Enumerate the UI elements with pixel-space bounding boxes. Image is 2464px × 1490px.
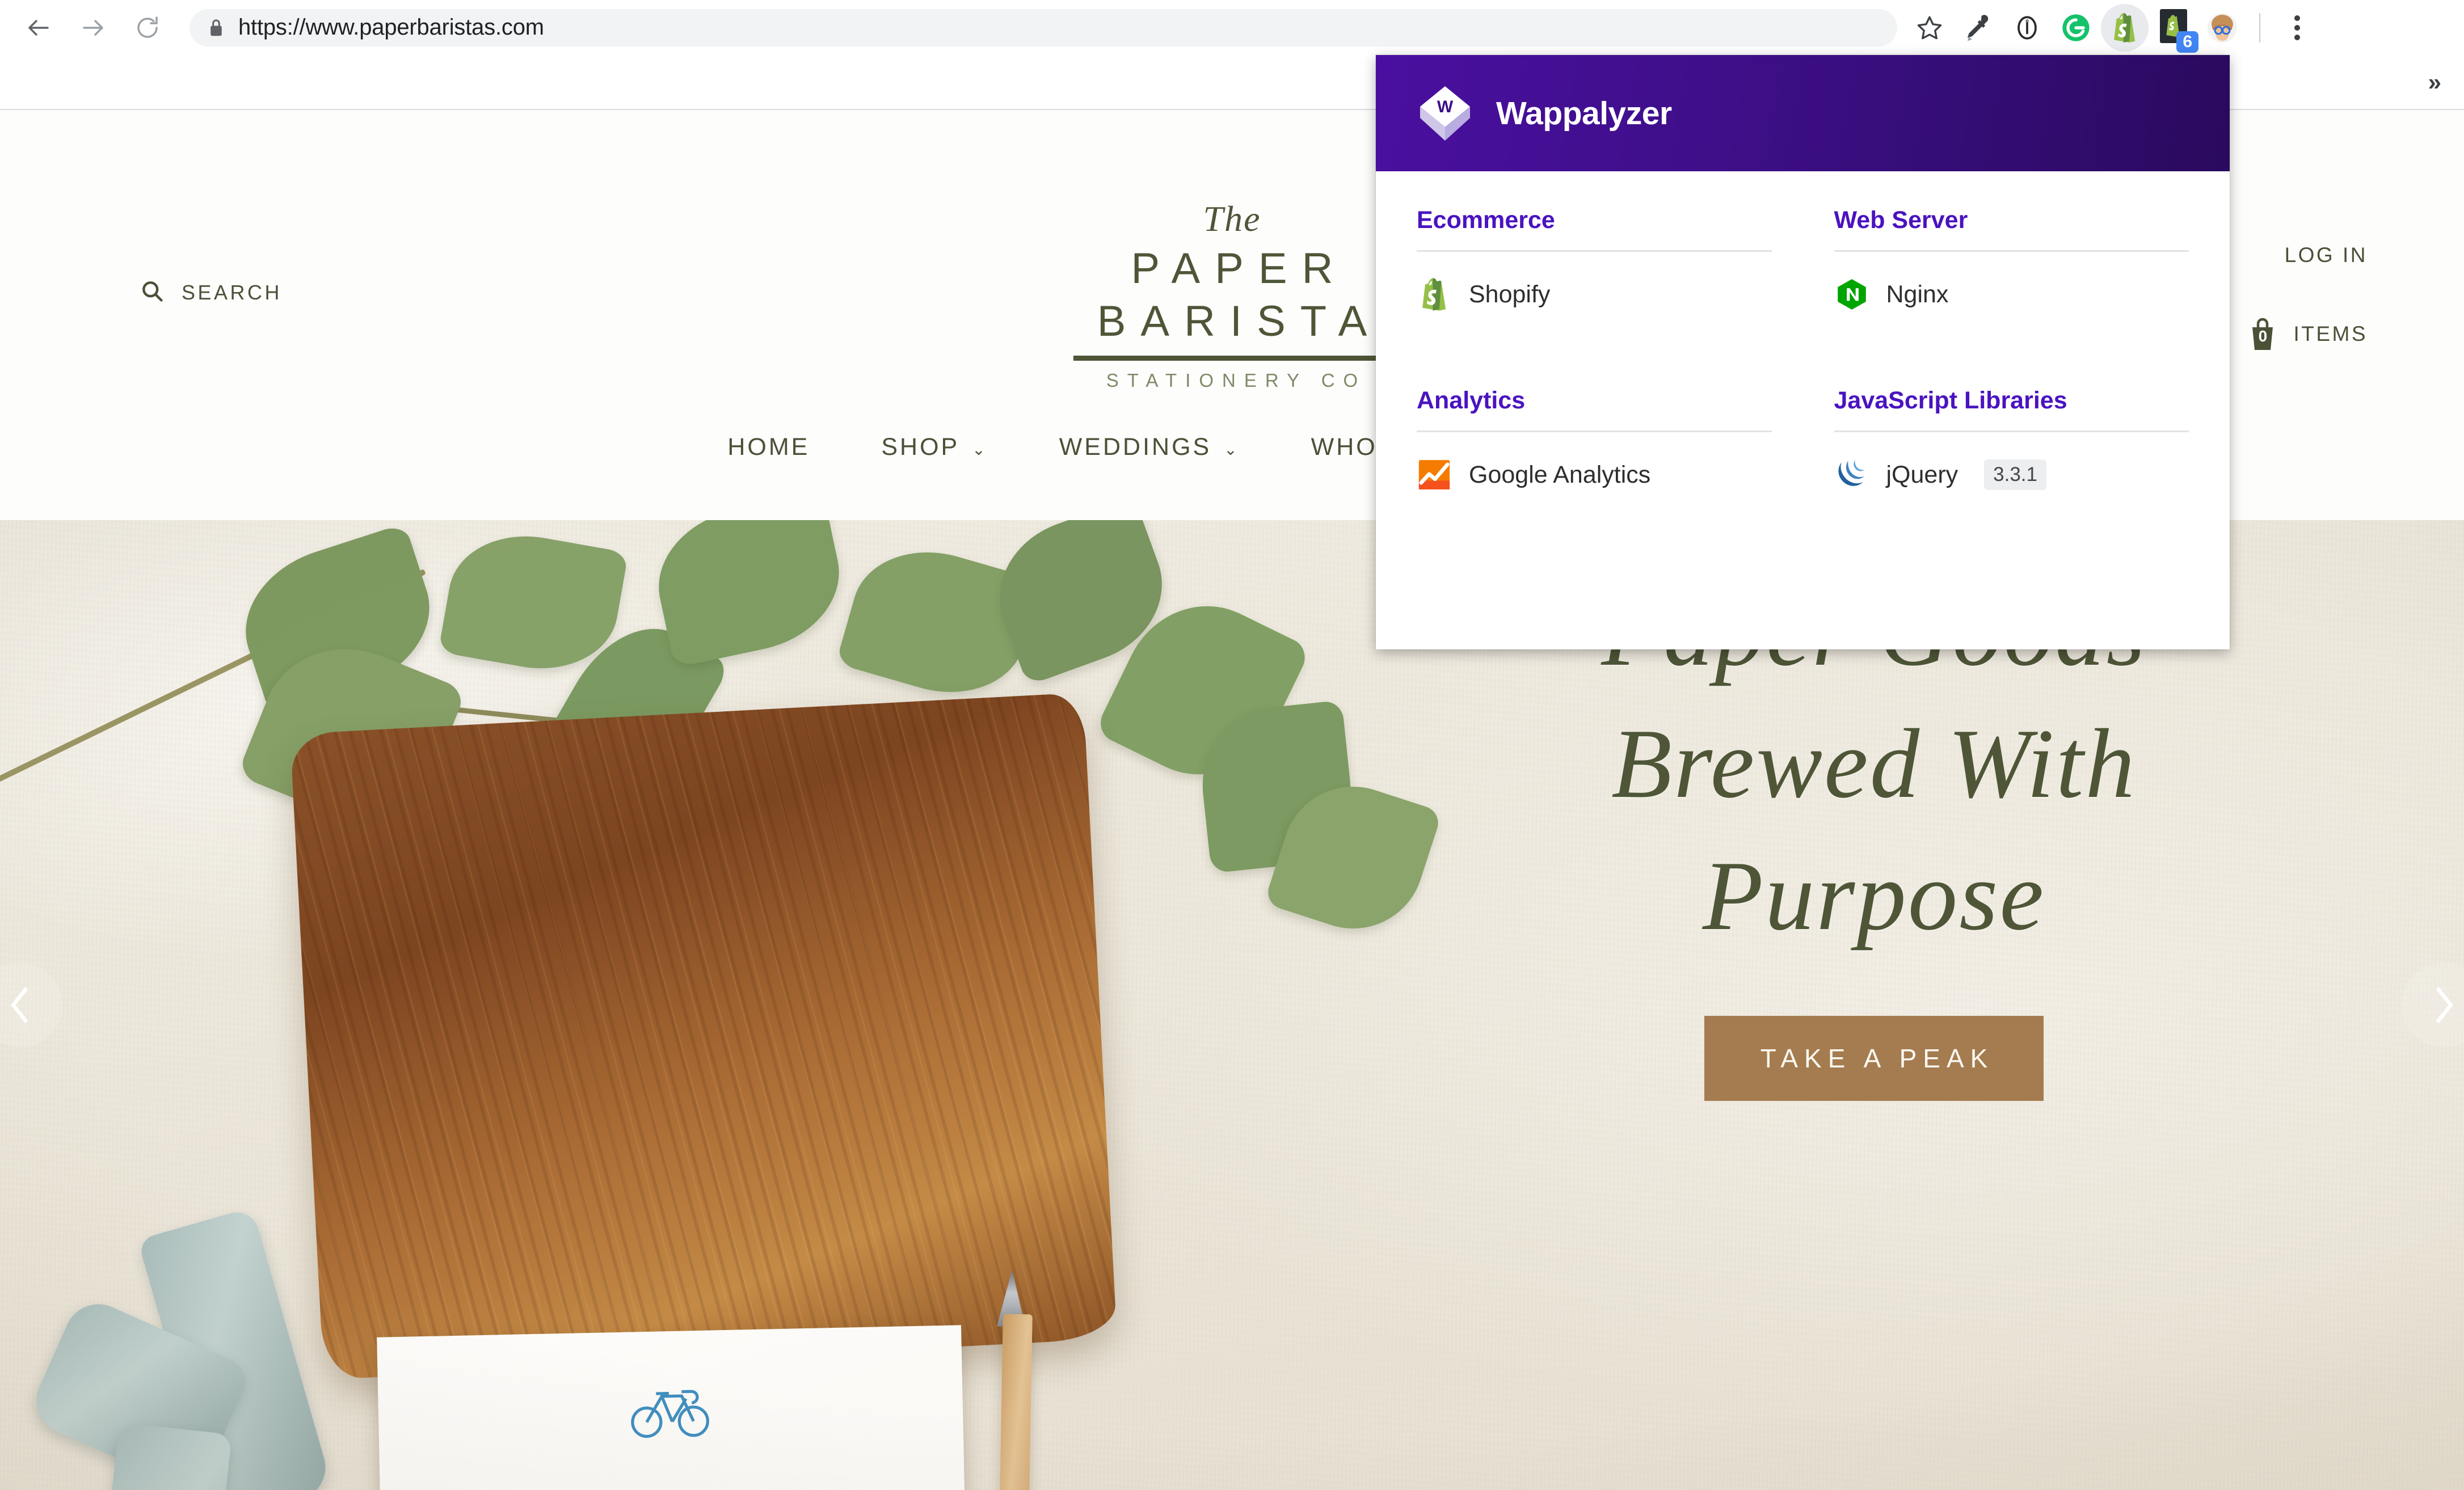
- toolbar-actions: 6: [1905, 3, 2327, 53]
- cart-label: ITEMS: [2293, 322, 2368, 345]
- address-bar[interactable]: https://www.paperbaristas.com: [189, 9, 1897, 47]
- shopify-extension-icon[interactable]: [2100, 3, 2149, 52]
- category-title-javascript-libraries: JavaScript Libraries: [1834, 387, 2067, 414]
- wappalyzer-column-right: Web Server Nginx JavaScript Libraries jQ…: [1834, 206, 2189, 492]
- site-search-button[interactable]: SEARCH: [140, 278, 282, 306]
- category-divider: [1417, 430, 1772, 432]
- take-a-peak-button[interactable]: TAKE A PEAK: [1704, 1016, 2044, 1101]
- chevron-left-icon: [5, 983, 35, 1027]
- info-circle-icon[interactable]: [2003, 3, 2052, 52]
- app-row-google-analytics[interactable]: Google Analytics: [1417, 457, 1772, 492]
- cart-link[interactable]: 0 ITEMS: [2247, 317, 2368, 351]
- wappalyzer-popup: W Wappalyzer Ecommerce Shopify Analytics…: [1376, 55, 2230, 649]
- google-analytics-icon: [1417, 457, 1452, 492]
- forward-button[interactable]: [66, 1, 120, 55]
- login-link[interactable]: LOG IN: [2285, 243, 2368, 267]
- jquery-icon: [1834, 457, 1869, 492]
- arrow-left-icon: [25, 14, 52, 41]
- wappalyzer-logo-icon: W: [1411, 79, 1479, 147]
- cart-count-badge: 0: [2258, 327, 2268, 345]
- hero-carousel: Paper Goods Brewed With Purpose TAKE A P…: [0, 520, 2464, 1490]
- nav-label-shop: SHOP: [881, 433, 960, 461]
- wappalyzer-column-left: Ecommerce Shopify Analytics Google Analy…: [1417, 206, 1772, 492]
- category-divider: [1834, 250, 2189, 252]
- shopping-bag-icon: 0: [2247, 317, 2278, 351]
- logo-line-barista: BARISTA: [1097, 297, 1382, 345]
- chevron-down-icon: ⌄: [972, 440, 988, 458]
- chevron-down-icon: ⌄: [1224, 440, 1240, 458]
- nav-item-shop[interactable]: SHOP ⌄: [845, 433, 1023, 461]
- app-name-jquery: jQuery: [1886, 461, 1958, 488]
- eyedropper-icon[interactable]: [1954, 3, 2003, 52]
- category-title-ecommerce: Ecommerce: [1417, 206, 1555, 234]
- nav-label-weddings: WEDDINGS: [1059, 433, 1212, 461]
- logo-line-paper: PAPER: [1131, 244, 1348, 293]
- app-version-jquery: 3.3.1: [1984, 459, 2047, 490]
- wappalyzer-title: Wappalyzer: [1496, 95, 1672, 132]
- app-name-shopify: Shopify: [1469, 280, 1551, 308]
- kebab-menu-icon: [2294, 15, 2300, 40]
- nginx-icon: [1834, 277, 1869, 312]
- arrow-right-icon: [79, 14, 107, 41]
- wappalyzer-body: Ecommerce Shopify Analytics Google Analy…: [1376, 171, 2230, 649]
- logo-divider: [1073, 356, 1391, 361]
- chrome-menu-button[interactable]: [2273, 3, 2322, 52]
- browser-toolbar: https://www.paperbaristas.com 6: [0, 0, 2464, 55]
- search-icon: [140, 278, 165, 306]
- back-button[interactable]: [11, 1, 66, 55]
- hero-headline-line3: Purpose: [1702, 840, 2046, 951]
- svg-text:W: W: [1437, 98, 1454, 116]
- toolbar-divider: [2259, 12, 2260, 43]
- reload-button[interactable]: [120, 1, 175, 55]
- nav-item-weddings[interactable]: WEDDINGS ⌄: [1023, 433, 1275, 461]
- app-row-shopify[interactable]: Shopify: [1417, 277, 1772, 312]
- bookmarks-overflow-icon[interactable]: »: [2428, 69, 2441, 96]
- extension-badge: 6: [2176, 31, 2198, 53]
- shopify-bag-icon: [1417, 277, 1452, 312]
- koala-inspector-icon[interactable]: 6: [2149, 3, 2198, 53]
- category-title-analytics: Analytics: [1417, 387, 1526, 414]
- site-account-area: LOG IN 0 ITEMS: [2247, 243, 2368, 351]
- site-logo[interactable]: The PAPER BARISTA STATIONERY CO: [1045, 201, 1420, 391]
- chevron-right-icon: [2429, 983, 2459, 1027]
- nav-item-home[interactable]: HOME: [692, 433, 845, 461]
- hero-headline-line2: Brewed With: [1611, 708, 2137, 818]
- category-divider: [1417, 250, 1772, 252]
- grammarly-icon[interactable]: [2052, 3, 2100, 52]
- category-divider: [1834, 430, 2189, 432]
- search-label: SEARCH: [182, 280, 283, 304]
- bookmark-star-icon[interactable]: [1905, 3, 1954, 52]
- navigation-buttons: [0, 1, 175, 55]
- logo-tagline: STATIONERY CO: [1106, 370, 1367, 391]
- lock-icon: [209, 19, 224, 37]
- app-row-jquery[interactable]: jQuery 3.3.1: [1834, 457, 2189, 492]
- reload-icon: [134, 14, 161, 41]
- wappalyzer-header: W Wappalyzer: [1376, 55, 2230, 171]
- logo-line-the: The: [1203, 199, 1261, 239]
- avatar-icon[interactable]: [2198, 3, 2247, 52]
- nav-label-home: HOME: [727, 433, 810, 461]
- url-text: https://www.paperbaristas.com: [238, 15, 544, 40]
- app-row-nginx[interactable]: Nginx: [1834, 277, 2189, 312]
- app-name-nginx: Nginx: [1886, 280, 1949, 308]
- category-title-web-server: Web Server: [1834, 206, 1968, 234]
- app-name-google-analytics: Google Analytics: [1469, 461, 1651, 488]
